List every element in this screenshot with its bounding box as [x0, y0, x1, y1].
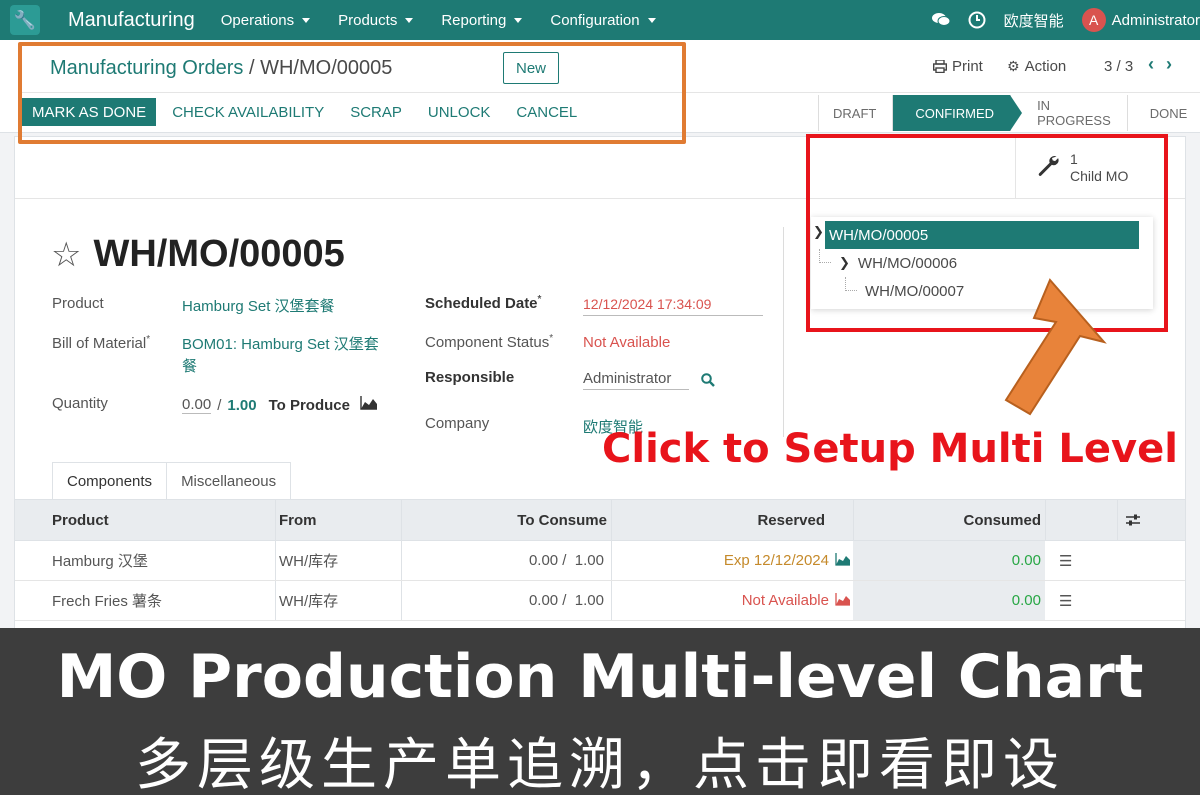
- record-title-row: ☆ WH/MO/00005: [51, 233, 345, 276]
- forecast-chart-icon[interactable]: [835, 592, 851, 609]
- star-icon[interactable]: ☆: [51, 235, 81, 275]
- list-icon[interactable]: ☰: [1059, 581, 1072, 620]
- cell-product: Hamburg 汉堡: [52, 553, 148, 570]
- pager-nav: ‹ ›: [1148, 54, 1172, 75]
- scheduled-date-field[interactable]: 12/12/2024 17:34:09: [583, 296, 711, 312]
- user-menu[interactable]: A Administrator: [1081, 8, 1200, 32]
- caret-down-icon: [514, 17, 523, 23]
- banner-title: MO Production Multi-level Chart: [56, 642, 1144, 712]
- product-label: Product: [52, 295, 104, 312]
- component-status-value: Not Available: [583, 334, 671, 351]
- scheduled-date-label: Scheduled Date*: [425, 294, 542, 312]
- quantity-total-input[interactable]: 1.00: [227, 397, 256, 414]
- caret-down-icon: [647, 17, 656, 23]
- quantity-unit: To Produce: [268, 396, 350, 414]
- annotation-text: Click to Setup Multi Level: [602, 426, 1178, 472]
- quantity-label: Quantity: [52, 395, 108, 412]
- banner-subtitle: 多层级生产单追溯，点击即看即设: [135, 733, 1065, 795]
- cell-consumed[interactable]: 0.00: [853, 541, 1041, 580]
- cell-from: WH/库存: [279, 593, 339, 610]
- stage-draft[interactable]: DRAFT: [818, 95, 893, 131]
- quantity-done-input[interactable]: 0.00: [182, 396, 212, 414]
- caption-banner: MO Production Multi-level Chart 多层级生产单追溯…: [0, 628, 1200, 795]
- forecast-chart-icon[interactable]: [835, 552, 851, 569]
- list-icon[interactable]: ☰: [1059, 541, 1072, 580]
- menu-reporting[interactable]: Reporting: [441, 12, 523, 29]
- home-menu-button[interactable]: 🔧: [0, 0, 50, 40]
- field-underline: [583, 389, 689, 390]
- component-status-label: Component Status*: [425, 333, 554, 351]
- highlight-box-red: [806, 134, 1168, 332]
- chat-icon[interactable]: [931, 11, 950, 29]
- col-reserved[interactable]: Reserved: [611, 500, 825, 540]
- avatar: A: [1081, 8, 1106, 32]
- col-consumed[interactable]: Consumed: [853, 500, 1041, 540]
- search-icon[interactable]: [701, 373, 715, 392]
- divider: [783, 227, 784, 437]
- col-to-consume[interactable]: To Consume: [401, 500, 607, 540]
- cell-product: Frech Fries 薯条: [52, 593, 163, 610]
- caret-down-icon: [302, 17, 311, 23]
- company-switcher[interactable]: 欧度智能: [1004, 10, 1064, 31]
- pager-value: 3 / 3: [1104, 58, 1134, 75]
- clock-icon[interactable]: [968, 11, 986, 29]
- chevron-right-icon[interactable]: ›: [1166, 54, 1172, 75]
- user-name: Administrator: [1111, 11, 1200, 29]
- print-icon: [933, 60, 947, 73]
- action-button[interactable]: ⚙ Action: [1007, 58, 1066, 75]
- stage-confirmed[interactable]: CONFIRMED: [892, 95, 1022, 131]
- menu-products[interactable]: Products: [338, 12, 414, 29]
- gear-icon: ⚙: [1007, 58, 1020, 74]
- cell-reserved: Exp 12/12/2024: [611, 541, 851, 580]
- top-navbar: 🔧 Manufacturing Operations Products Repo…: [0, 0, 1200, 40]
- required-marker: *: [146, 334, 151, 345]
- col-product[interactable]: Product: [52, 500, 109, 540]
- bom-label: Bill of Material*: [52, 334, 151, 352]
- quantity-field: 0.00 / 1.00 To Produce: [182, 396, 378, 414]
- cell-consumed[interactable]: 0.00: [853, 581, 1041, 620]
- table-row[interactable]: Hamburg 汉堡 WH/库存 0.00 / 1.00 Exp 12/12/2…: [15, 541, 1185, 581]
- table-header: Product From To Consume Reserved Consume…: [15, 499, 1185, 541]
- caret-down-icon: [405, 17, 414, 23]
- cell-reserved: Not Available: [611, 581, 851, 620]
- optional-columns-toggle[interactable]: [1125, 500, 1141, 540]
- wrench-icon: 🔧: [10, 5, 40, 35]
- col-from[interactable]: From: [279, 500, 317, 540]
- highlight-box-orange: [18, 42, 686, 144]
- company-label: Company: [425, 415, 490, 432]
- cell-to-consume: 0.00 / 1.00: [528, 592, 604, 609]
- field-underline: [583, 315, 763, 316]
- product-field[interactable]: Hamburg Set 汉堡套餐: [182, 295, 335, 316]
- cell-from: WH/库存: [279, 553, 339, 570]
- notebook-tabs: Components Miscellaneous: [52, 462, 292, 500]
- navbar-systray: 欧度智能 A Administrator: [931, 0, 1200, 40]
- print-button[interactable]: Print: [933, 58, 983, 75]
- sliders-icon: [1126, 514, 1140, 526]
- stage-done[interactable]: DONE: [1126, 95, 1200, 131]
- forecast-chart-icon[interactable]: [360, 396, 378, 414]
- menu-operations[interactable]: Operations: [221, 12, 311, 29]
- stage-in-progress[interactable]: IN PROGRESS: [1010, 95, 1127, 131]
- responsible-label: Responsible: [425, 369, 515, 386]
- cell-to-consume: 0.00 / 1.00: [528, 552, 604, 569]
- bom-field[interactable]: BOM01: Hamburg Set 汉堡套 餐: [182, 334, 379, 378]
- record-title: WH/MO/00005: [93, 233, 345, 275]
- chevron-left-icon[interactable]: ‹: [1148, 54, 1154, 75]
- table-row[interactable]: Frech Fries 薯条 WH/库存 0.00 / 1.00 Not Ava…: [15, 581, 1185, 621]
- tab-components[interactable]: Components: [52, 462, 168, 500]
- status-bar: DRAFT CONFIRMED IN PROGRESS DONE: [818, 95, 1200, 131]
- app-name[interactable]: Manufacturing: [68, 9, 195, 32]
- responsible-field[interactable]: Administrator: [583, 370, 671, 387]
- menu-configuration[interactable]: Configuration: [550, 12, 656, 29]
- pointer-arrow-icon: [1004, 278, 1107, 416]
- tab-miscellaneous[interactable]: Miscellaneous: [167, 462, 292, 500]
